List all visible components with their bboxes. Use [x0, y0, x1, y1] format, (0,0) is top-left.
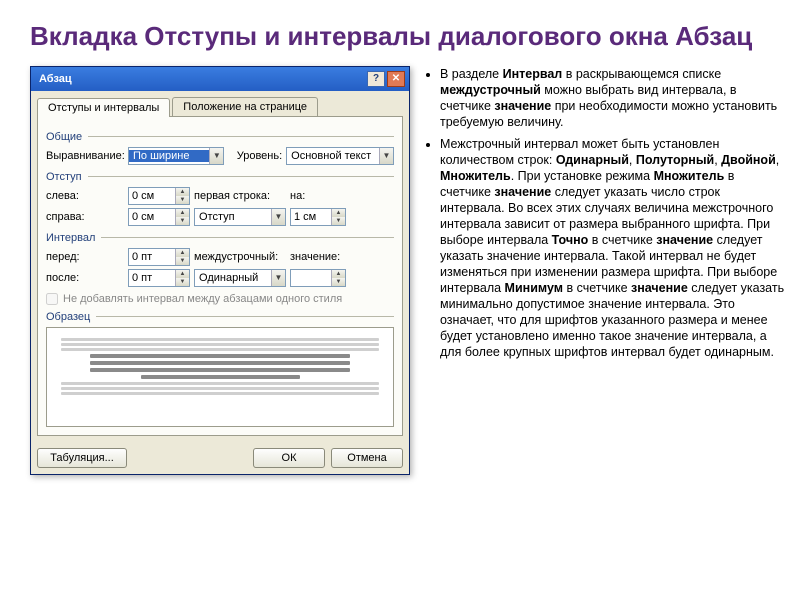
indent-right-spinner[interactable]: 0 см▲▼: [128, 208, 190, 226]
preview-box: [46, 327, 394, 427]
description-text: В разделе Интервал в раскрывающемся спис…: [424, 66, 786, 475]
tabs-button[interactable]: Табуляция...: [37, 448, 127, 468]
first-line-label: первая строка:: [194, 190, 286, 202]
space-after-label: после:: [46, 272, 124, 284]
bullet-item: В разделе Интервал в раскрывающемся спис…: [440, 66, 786, 130]
close-icon[interactable]: ✕: [387, 71, 405, 87]
space-before-label: перед:: [46, 251, 124, 263]
indent-left-label: слева:: [46, 190, 124, 202]
chevron-down-icon[interactable]: ▼: [379, 148, 393, 164]
group-general: Общие: [46, 131, 82, 143]
no-space-same-style-checkbox[interactable]: Не добавлять интервал между абзацами одн…: [46, 293, 394, 305]
indent-right-label: справа:: [46, 211, 124, 223]
first-line-combo[interactable]: Отступ▼: [194, 208, 286, 226]
group-preview: Образец: [46, 311, 90, 323]
ok-button[interactable]: ОК: [253, 448, 325, 468]
alignment-combo[interactable]: По ширине▼: [128, 147, 224, 165]
line-spacing-at-spinner[interactable]: ▲▼: [290, 269, 346, 287]
chevron-down-icon[interactable]: ▼: [271, 270, 285, 286]
group-indent: Отступ: [46, 171, 82, 183]
no-space-same-style-input[interactable]: [46, 293, 58, 305]
outline-level-combo[interactable]: Основной текст▼: [286, 147, 394, 165]
first-line-by-spinner[interactable]: 1 см▲▼: [290, 208, 346, 226]
help-icon[interactable]: ?: [367, 71, 385, 87]
slide-title: Вкладка Отступы и интервалы диалогового …: [30, 22, 786, 52]
dialog-title: Абзац: [39, 73, 365, 85]
paragraph-dialog: Абзац ? ✕ Отступы и интервалы Положение …: [30, 66, 410, 475]
line-spacing-combo[interactable]: Одинарный▼: [194, 269, 286, 287]
alignment-label: Выравнивание:: [46, 150, 124, 162]
first-line-by-label: на:: [290, 190, 316, 202]
tab-line-page-breaks[interactable]: Положение на странице: [172, 97, 318, 116]
space-after-spinner[interactable]: 0 пт▲▼: [128, 269, 190, 287]
outline-level-label: Уровень:: [228, 150, 282, 162]
line-spacing-at-label: значение:: [290, 251, 340, 263]
chevron-down-icon[interactable]: ▼: [271, 209, 285, 225]
cancel-button[interactable]: Отмена: [331, 448, 403, 468]
tab-indents-spacing[interactable]: Отступы и интервалы: [37, 98, 170, 117]
bullet-item: Межстрочный интервал может быть установл…: [440, 136, 786, 360]
chevron-down-icon[interactable]: ▼: [209, 148, 223, 164]
space-before-spinner[interactable]: 0 пт▲▼: [128, 248, 190, 266]
group-spacing: Интервал: [46, 232, 95, 244]
line-spacing-label: междустрочный:: [194, 251, 286, 263]
titlebar[interactable]: Абзац ? ✕: [31, 67, 409, 91]
indent-left-spinner[interactable]: 0 см▲▼: [128, 187, 190, 205]
